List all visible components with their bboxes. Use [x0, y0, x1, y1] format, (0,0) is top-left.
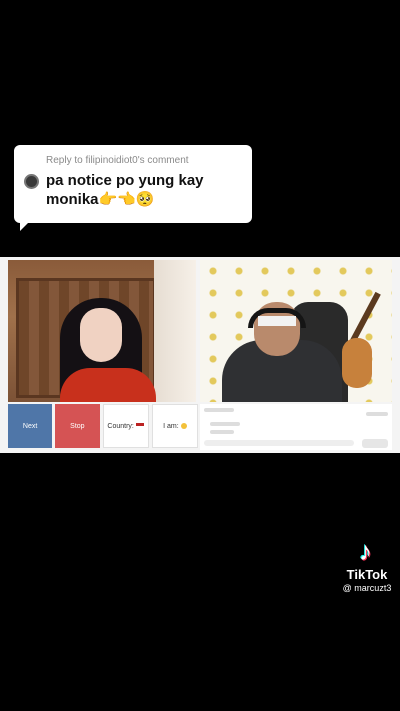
- left-video-feed: [8, 260, 196, 402]
- us-flag-icon: [135, 423, 144, 429]
- video-chat-screen: Next Stop Country: I am:: [0, 257, 400, 453]
- next-button[interactable]: Next: [8, 404, 53, 448]
- chat-panel: [200, 404, 392, 450]
- tiktok-username: @ marcuzt3: [342, 583, 392, 593]
- background-curtain: [154, 260, 196, 402]
- send-button[interactable]: [362, 439, 388, 448]
- iam-label: I am:: [163, 422, 179, 430]
- commenter-avatar: [24, 174, 39, 189]
- tiktok-brand: TikTok: [346, 567, 388, 582]
- chat-message: [210, 430, 234, 434]
- chat-input[interactable]: [204, 440, 354, 446]
- gender-select[interactable]: I am:: [151, 404, 198, 448]
- reply-row: pa notice po yung kay monika👉👈🥺: [24, 171, 240, 209]
- tiktok-logo-icon: ♪ ♪ ♪: [358, 535, 373, 567]
- country-label: Country:: [107, 422, 134, 430]
- stop-button[interactable]: Stop: [55, 404, 100, 448]
- reply-text: pa notice po yung kay monika👉👈🥺: [46, 172, 204, 208]
- chat-message: [204, 408, 234, 412]
- chat-message: [210, 422, 240, 426]
- guitar-neck: [349, 291, 381, 345]
- headband: [258, 316, 296, 326]
- reply-comment-bubble: Reply to filipinoidiot0's comment pa not…: [14, 145, 252, 231]
- guitar: [342, 338, 372, 388]
- woman-top: [60, 368, 156, 402]
- gender-icon: [180, 423, 187, 429]
- country-select[interactable]: Country:: [102, 404, 149, 448]
- tiktok-watermark: ♪ ♪ ♪ TikTok @ marcuzt3: [334, 535, 400, 593]
- woman-face: [80, 308, 122, 362]
- chat-message: [366, 412, 388, 416]
- chat-controls: Next Stop Country: I am:: [8, 404, 198, 448]
- right-video-feed: [200, 260, 392, 402]
- reply-header: Reply to filipinoidiot0's comment: [46, 155, 189, 166]
